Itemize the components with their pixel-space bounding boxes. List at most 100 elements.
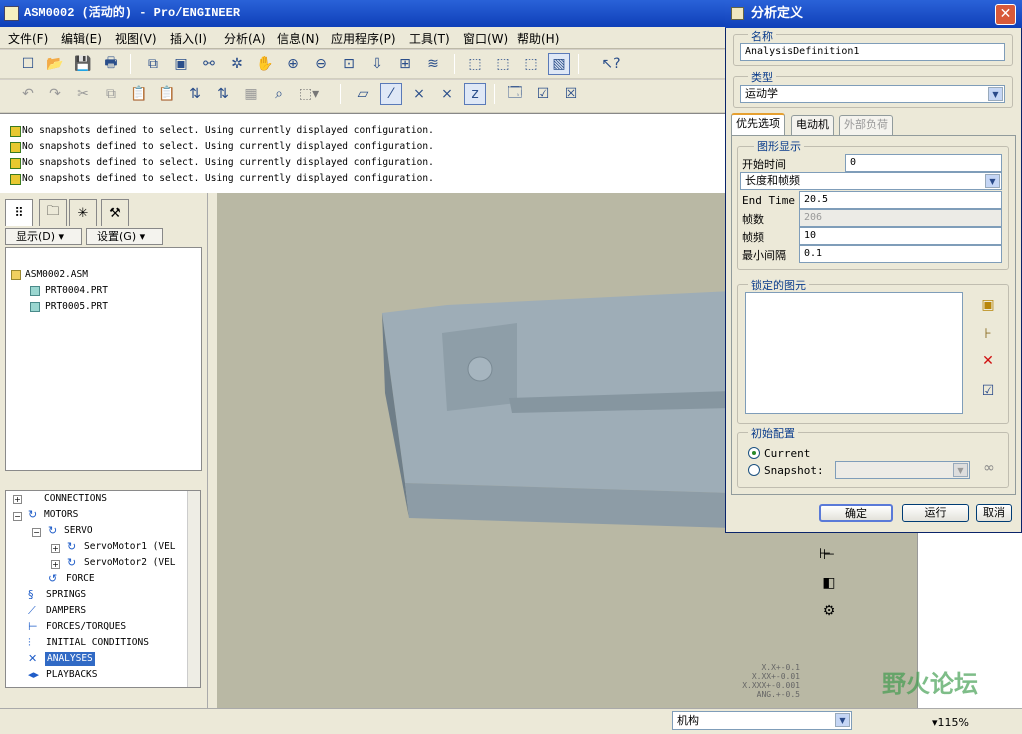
cam-tool-icon[interactable]: ◧ [818, 572, 840, 594]
tree-item-forces-torques[interactable]: FORCES/TORQUES [46, 620, 126, 634]
tree-item-motors[interactable]: MOTORS [44, 508, 78, 522]
ok-button[interactable]: 确定 [819, 504, 893, 522]
new-file-icon[interactable]: ☐ [17, 53, 39, 75]
menu-info[interactable]: 信息(N) [277, 30, 319, 47]
orient-icon[interactable]: ⇩ [366, 53, 388, 75]
annotation-icon[interactable]: z [464, 83, 486, 105]
menu-analysis[interactable]: 分析(A) [224, 30, 266, 47]
save-icon[interactable]: 💾 [72, 53, 94, 75]
tree-item-assembly[interactable]: ASM0002.ASM [25, 268, 88, 282]
delete-icon[interactable]: ✕ [977, 350, 999, 372]
part-icon [30, 302, 40, 312]
tree-item-playbacks[interactable]: PLAYBACKS [46, 668, 97, 682]
show-dropdown-button[interactable]: 显示(D) ▾ [5, 228, 82, 245]
tree-item-connections[interactable]: CONNECTIONS [44, 492, 107, 506]
menu-help[interactable]: 帮助(H) [517, 30, 559, 47]
selection-filter-select[interactable]: 机构 ▼ [672, 711, 852, 730]
menu-view[interactable]: 视图(V) [115, 30, 157, 47]
type-select[interactable]: 运动学 ▼ [740, 85, 1005, 103]
paste-special-icon[interactable]: 📋 [156, 83, 178, 105]
zoom-in-icon[interactable]: ⊕ [282, 53, 304, 75]
tree-item-initial-conditions[interactable]: INITIAL CONDITIONS [46, 636, 149, 650]
regenerate-icon[interactable]: ⧉ [142, 53, 164, 75]
cancel-button[interactable]: 取消 [976, 504, 1012, 522]
tab-external-loads[interactable]: 外部负荷 [839, 115, 893, 135]
open-folder-icon[interactable]: 📂 [44, 53, 66, 75]
undo-icon[interactable]: ↶ [17, 83, 39, 105]
pan-hand-icon[interactable]: ✋ [254, 53, 276, 75]
menu-insert[interactable]: 插入(I) [170, 30, 207, 47]
shading-icon[interactable]: ▧ [548, 53, 570, 75]
end-time-input[interactable]: 20.5 [799, 191, 1002, 209]
edit-window-icon[interactable]: ▣ [170, 53, 192, 75]
lock-body-icon[interactable]: ▣ [977, 294, 999, 316]
gear-tool-icon[interactable]: ⚙ [818, 600, 840, 622]
current-radio[interactable] [748, 447, 760, 459]
regenerate-tree-icon[interactable]: ⇅ [184, 83, 206, 105]
connections-tab-icon[interactable]: ⚒ [101, 199, 129, 226]
tree-scrollbar[interactable] [187, 491, 200, 687]
window-activate-icon[interactable]: ☑ [532, 83, 554, 105]
tree-item-servomotor1[interactable]: ServoMotor1 (VEL [84, 540, 176, 554]
menu-window[interactable]: 窗口(W) [463, 30, 508, 47]
start-time-input[interactable]: 0 [845, 154, 1002, 172]
cut-icon[interactable]: ✂ [72, 83, 94, 105]
regen-manager-icon[interactable]: ⇅ [212, 83, 234, 105]
select-box-icon[interactable]: ⬚▾ [298, 83, 320, 105]
connection-tool-icon[interactable]: ⊢ [818, 544, 840, 566]
preview-glasses-icon[interactable]: ∞ [978, 457, 1000, 479]
tab-motors[interactable]: 电动机 [791, 115, 834, 135]
tree-item-part[interactable]: PRT0005.PRT [45, 300, 108, 314]
paste-icon[interactable]: 📋 [128, 83, 150, 105]
name-input[interactable]: AnalysisDefinition1 [740, 43, 1005, 61]
tree-item-force[interactable]: FORCE [66, 572, 95, 586]
menu-edit[interactable]: 编辑(E) [61, 30, 102, 47]
close-icon[interactable]: ✕ [995, 4, 1016, 25]
tree-item-servomotor2[interactable]: ServoMotor2 (VEL [84, 556, 176, 570]
panel-splitter[interactable] [207, 193, 217, 708]
refit-icon[interactable]: ⊡ [338, 53, 360, 75]
find-binoculars-icon[interactable]: ⌕ [268, 83, 290, 105]
spin-icon[interactable]: ✲ [226, 53, 248, 75]
hidden-line-icon[interactable]: ⬚ [492, 53, 514, 75]
lock-connection-icon[interactable]: ⊦ [977, 323, 999, 345]
redo-icon[interactable]: ↷ [44, 83, 66, 105]
datum-plane-icon[interactable]: ▱ [352, 83, 374, 105]
enable-connection-icon[interactable]: ☑ [977, 380, 999, 402]
layers-icon[interactable]: ≋ [422, 53, 444, 75]
model-tree-tab-icon[interactable]: ⠿ [5, 199, 33, 226]
wireframe-icon[interactable]: ⬚ [464, 53, 486, 75]
menu-tools[interactable]: 工具(T) [409, 30, 450, 47]
zoom-out-icon[interactable]: ⊖ [310, 53, 332, 75]
part-icon [30, 286, 40, 296]
window-icon[interactable]: 🗔 [504, 83, 526, 105]
datum-axis-icon[interactable]: ⁄ [380, 83, 402, 105]
timing-mode-select[interactable]: 长度和帧频 ▼ [740, 172, 1002, 190]
tree-item-servo[interactable]: SERVO [64, 524, 93, 538]
table-icon[interactable]: ▦ [240, 83, 262, 105]
folder-browser-tab-icon[interactable]: 🗀 [39, 199, 67, 226]
tree-item-analyses[interactable]: ANALYSES [45, 652, 95, 666]
window-close-icon[interactable]: ☒ [560, 83, 582, 105]
connect-icon[interactable]: ⚯ [198, 53, 220, 75]
copy-icon[interactable]: ⧉ [100, 83, 122, 105]
menu-file[interactable]: 文件(F) [8, 30, 48, 47]
tree-item-springs[interactable]: SPRINGS [46, 588, 86, 602]
run-button[interactable]: 运行 [902, 504, 969, 522]
tree-item-part[interactable]: PRT0004.PRT [45, 284, 108, 298]
menu-applications[interactable]: 应用程序(P) [331, 30, 396, 47]
tree-item-dampers[interactable]: DAMPERS [46, 604, 86, 618]
favorites-tab-icon[interactable]: ✳ [69, 199, 97, 226]
datum-point-icon[interactable]: × [408, 83, 430, 105]
locked-entities-list[interactable] [745, 292, 963, 414]
context-help-icon[interactable]: ↖? [600, 53, 622, 75]
min-interval-input[interactable]: 0.1 [799, 245, 1002, 263]
print-icon[interactable]: 🖶 [100, 53, 122, 75]
no-hidden-icon[interactable]: ⬚ [520, 53, 542, 75]
tab-preferences[interactable]: 优先选项 [731, 113, 785, 135]
coord-sys-icon[interactable]: ⨯ [436, 83, 458, 105]
snapshot-radio[interactable] [748, 464, 760, 476]
settings-dropdown-button[interactable]: 设置(G) ▾ [86, 228, 163, 245]
frame-rate-input[interactable]: 10 [799, 227, 1002, 245]
saved-views-icon[interactable]: ⊞ [394, 53, 416, 75]
